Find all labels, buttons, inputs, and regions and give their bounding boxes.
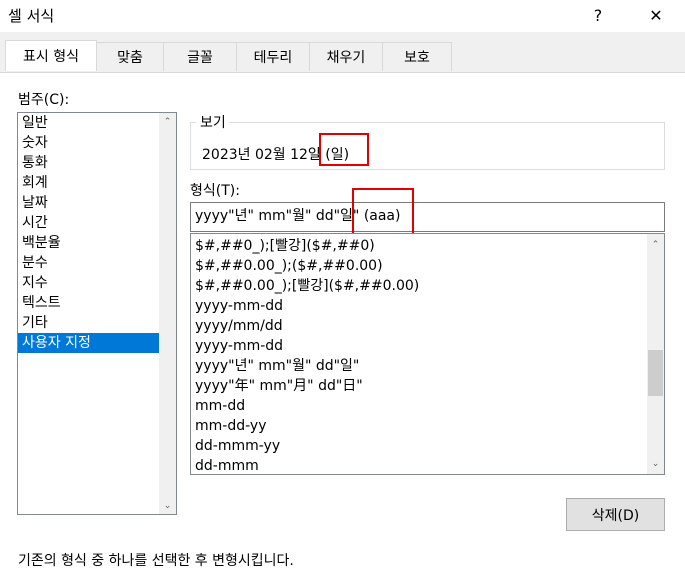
tab-label: 표시 형식 bbox=[23, 49, 79, 65]
format-item[interactable]: mm-dd-yy bbox=[191, 416, 647, 436]
format-item[interactable]: yyyy"年" mm"月" dd"日" bbox=[191, 376, 647, 396]
tab-font[interactable]: 글꼴 bbox=[163, 42, 237, 71]
title-bar: 셀 서식 ? ✕ bbox=[0, 0, 685, 32]
category-item[interactable]: 숫자 bbox=[18, 133, 159, 153]
tab-protection[interactable]: 보호 bbox=[382, 42, 452, 71]
format-item[interactable]: dd-mmm-yy bbox=[191, 436, 647, 456]
category-scrollbar[interactable]: ⌃ ⌄ bbox=[159, 113, 176, 514]
chevron-up-icon[interactable]: ⌃ bbox=[647, 236, 664, 253]
category-item[interactable]: 날짜 bbox=[18, 193, 159, 213]
category-item[interactable]: 통화 bbox=[18, 153, 159, 173]
preview-value: 2023년 02월 12일 (일) bbox=[202, 147, 350, 163]
chevron-down-icon[interactable]: ⌄ bbox=[159, 497, 176, 514]
category-item[interactable]: 시간 bbox=[18, 213, 159, 233]
category-item[interactable]: 기타 bbox=[18, 313, 159, 333]
category-item[interactable]: 지수 bbox=[18, 273, 159, 293]
category-items: 일반 숫자 통화 회계 날짜 시간 백분율 분수 지수 텍스트 기타 사용자 지정 bbox=[18, 113, 176, 353]
format-scrollbar[interactable]: ⌃ ⌄ bbox=[647, 234, 664, 474]
category-item[interactable]: 분수 bbox=[18, 253, 159, 273]
hint-text: 기존의 형식 중 하나를 선택한 후 변형시킵니다. bbox=[18, 553, 294, 569]
category-item[interactable]: 백분율 bbox=[18, 233, 159, 253]
category-listbox[interactable]: 일반 숫자 통화 회계 날짜 시간 백분율 분수 지수 텍스트 기타 사용자 지정 ⌃ ⌄ bbox=[17, 112, 177, 515]
tab-number-format[interactable]: 표시 형식 bbox=[5, 40, 97, 71]
chevron-down-icon[interactable]: ⌄ bbox=[647, 455, 664, 472]
tab-border[interactable]: 테두리 bbox=[236, 42, 310, 71]
tab-strip: 표시 형식 맞춤 글꼴 테두리 채우기 보호 bbox=[0, 40, 685, 72]
scroll-thumb[interactable] bbox=[648, 350, 663, 396]
category-item[interactable]: 사용자 지정 bbox=[18, 333, 159, 353]
format-item[interactable]: dd-mmm bbox=[191, 456, 647, 474]
delete-button[interactable]: 삭제(D) bbox=[566, 498, 665, 531]
tab-label: 맞춤 bbox=[117, 50, 143, 66]
tab-label: 채우기 bbox=[326, 50, 366, 66]
format-items: $#,##0_);[빨강]($#,##0) $#,##0.00_);($#,##0… bbox=[191, 234, 664, 474]
format-input[interactable]: yyyy"년" mm"월" dd"일" (aaa) bbox=[190, 202, 665, 232]
format-label: 형식(T): bbox=[190, 183, 240, 199]
preview-label: 보기 bbox=[196, 112, 230, 132]
format-item[interactable]: yyyy-mm-dd bbox=[191, 296, 647, 316]
format-item[interactable]: $#,##0.00_);($#,##0.00) bbox=[191, 256, 647, 276]
format-item[interactable]: yyyy"년" mm"월" dd"일" bbox=[191, 356, 647, 376]
window-title: 셀 서식 bbox=[8, 7, 55, 25]
close-icon: ✕ bbox=[649, 5, 663, 25]
chevron-up-icon[interactable]: ⌃ bbox=[159, 113, 176, 130]
format-item[interactable]: $#,##0.00_);[빨강]($#,##0.00) bbox=[191, 276, 647, 296]
tab-label: 글꼴 bbox=[187, 50, 213, 66]
format-item[interactable]: mm-dd bbox=[191, 396, 647, 416]
close-button[interactable]: ✕ bbox=[636, 0, 676, 30]
category-item[interactable]: 텍스트 bbox=[18, 293, 159, 313]
category-item[interactable]: 회계 bbox=[18, 173, 159, 193]
format-item[interactable]: yyyy-mm-dd bbox=[191, 336, 647, 356]
tab-label: 보호 bbox=[404, 50, 430, 66]
tab-alignment[interactable]: 맞춤 bbox=[96, 42, 164, 71]
help-button[interactable]: ? bbox=[578, 0, 618, 30]
category-item[interactable]: 일반 bbox=[18, 113, 159, 133]
format-item[interactable]: yyyy/mm/dd bbox=[191, 316, 647, 336]
format-listbox[interactable]: $#,##0_);[빨강]($#,##0) $#,##0.00_);($#,##0… bbox=[190, 233, 665, 475]
tab-fill[interactable]: 채우기 bbox=[309, 42, 383, 71]
format-item[interactable]: $#,##0_);[빨강]($#,##0) bbox=[191, 236, 647, 256]
tab-label: 테두리 bbox=[253, 50, 293, 66]
category-label: 범주(C): bbox=[18, 92, 70, 108]
